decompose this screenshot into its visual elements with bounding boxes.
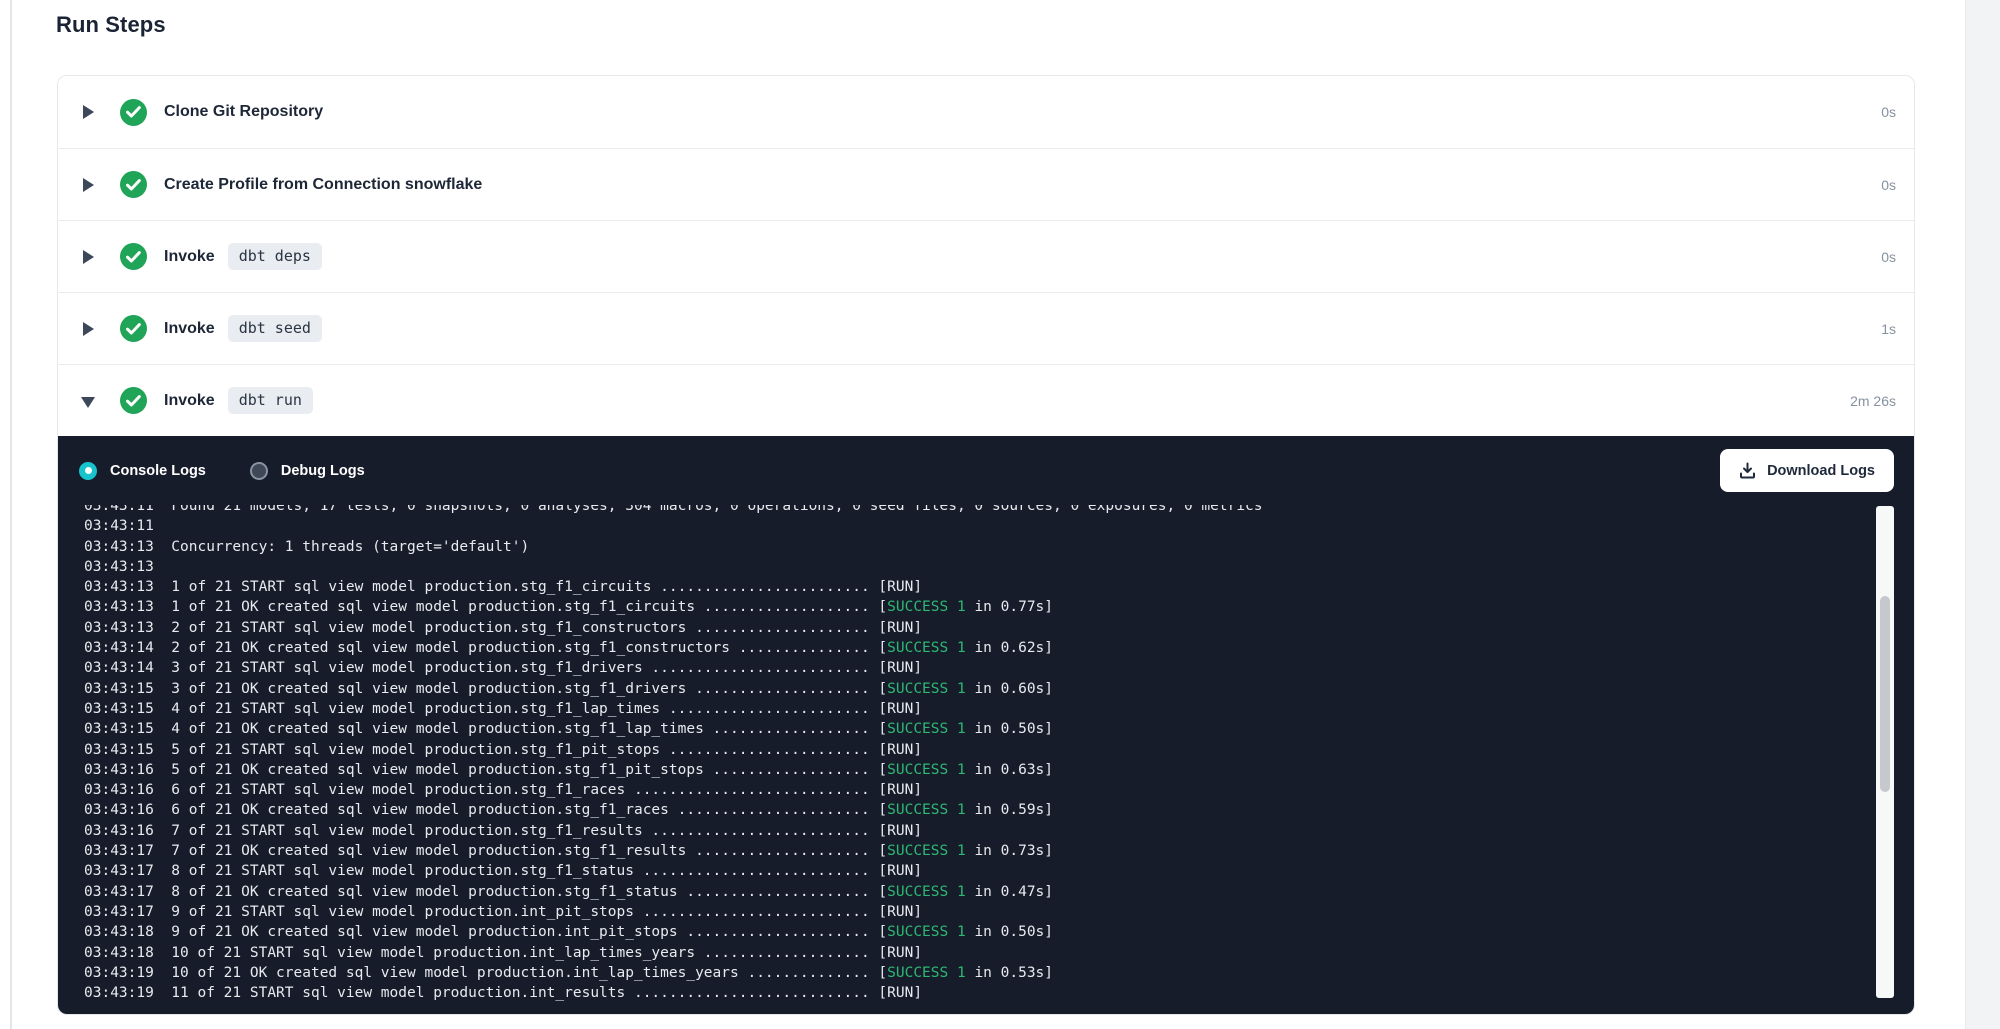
console-log-output[interactable]: 03:43:11 Found 21 models, 17 tests, 0 sn… <box>58 505 1914 1014</box>
log-line: 03:43:17 8 of 21 START sql view model pr… <box>84 861 1914 881</box>
log-line: 03:43:14 2 of 21 OK created sql view mod… <box>84 638 1914 658</box>
step-label: Create Profile from Connection snowflake <box>164 176 482 194</box>
console-logs-radio[interactable]: Console Logs <box>79 462 206 480</box>
step-duration: 0s <box>1881 249 1896 265</box>
step-duration: 1s <box>1881 321 1896 337</box>
success-check-icon <box>120 171 147 198</box>
success-check-icon <box>120 99 147 126</box>
run-steps-card: Clone Git Repository 0s Create Profile f… <box>57 75 1915 1015</box>
radio-unselected-icon[interactable] <box>250 462 268 480</box>
console-panel: Console Logs Debug Logs Download Logs 03… <box>58 436 1914 1014</box>
command-chip: dbt deps <box>228 243 322 270</box>
download-button-label: Download Logs <box>1767 463 1875 479</box>
log-line: 03:43:16 6 of 21 START sql view model pr… <box>84 780 1914 800</box>
command-chip: dbt seed <box>228 315 322 342</box>
log-line: 03:43:13 2 of 21 START sql view model pr… <box>84 618 1914 638</box>
log-line: 03:43:15 4 of 21 OK created sql view mod… <box>84 719 1914 739</box>
radio-label: Debug Logs <box>281 463 365 479</box>
log-line: 03:43:13 Concurrency: 1 threads (target=… <box>84 537 1914 557</box>
log-line: 03:43:15 4 of 21 START sql view model pr… <box>84 699 1914 719</box>
log-line: 03:43:17 9 of 21 START sql view model pr… <box>84 902 1914 922</box>
console-scrollbar-thumb[interactable] <box>1880 596 1890 792</box>
run-steps-page: Run Steps Clone Git Repository 0s Create… <box>0 0 2000 1029</box>
log-line: 03:43:14 3 of 21 START sql view model pr… <box>84 658 1914 678</box>
step-row-create-profile[interactable]: Create Profile from Connection snowflake… <box>58 148 1914 220</box>
success-check-icon <box>120 315 147 342</box>
console-scrollbar[interactable] <box>1876 506 1894 998</box>
step-row-clone-git-repository[interactable]: Clone Git Repository 0s <box>58 76 1914 148</box>
right-gutter <box>1965 0 2000 1029</box>
log-content: 03:43:11 Found 21 models, 17 tests, 0 sn… <box>58 505 1914 1003</box>
log-line: 03:43:16 6 of 21 OK created sql view mod… <box>84 800 1914 820</box>
console-toolbar: Console Logs Debug Logs Download Logs <box>58 436 1914 505</box>
chevron-right-icon[interactable] <box>83 249 95 265</box>
log-line: 03:43:19 10 of 21 OK created sql view mo… <box>84 963 1914 983</box>
left-divider <box>10 0 12 1029</box>
chevron-right-icon[interactable] <box>83 104 95 120</box>
log-line: 03:43:15 3 of 21 OK created sql view mod… <box>84 679 1914 699</box>
download-logs-button[interactable]: Download Logs <box>1720 449 1894 492</box>
log-line: 03:43:19 11 of 21 START sql view model p… <box>84 983 1914 1003</box>
log-line: 03:43:16 5 of 21 OK created sql view mod… <box>84 760 1914 780</box>
success-check-icon <box>120 387 147 414</box>
debug-logs-radio[interactable]: Debug Logs <box>250 462 365 480</box>
command-chip: dbt run <box>228 387 313 414</box>
step-label: Invoke <box>164 320 215 338</box>
step-row-invoke-dbt-deps[interactable]: Invoke dbt deps 0s <box>58 220 1914 292</box>
chevron-down-icon[interactable] <box>83 393 95 409</box>
step-label: Invoke <box>164 248 215 266</box>
step-label: Invoke <box>164 392 215 410</box>
log-line: 03:43:17 8 of 21 OK created sql view mod… <box>84 882 1914 902</box>
page-title: Run Steps <box>56 12 166 38</box>
log-line: 03:43:13 1 of 21 START sql view model pr… <box>84 577 1914 597</box>
log-line: 03:43:18 10 of 21 START sql view model p… <box>84 943 1914 963</box>
chevron-right-icon[interactable] <box>83 177 95 193</box>
step-row-invoke-dbt-seed[interactable]: Invoke dbt seed 1s <box>58 292 1914 364</box>
step-duration: 0s <box>1881 104 1896 120</box>
log-line: 03:43:16 7 of 21 START sql view model pr… <box>84 821 1914 841</box>
log-line: 03:43:18 9 of 21 OK created sql view mod… <box>84 922 1914 942</box>
chevron-right-icon[interactable] <box>83 321 95 337</box>
log-line: 03:43:13 <box>84 557 1914 577</box>
log-line: 03:43:11 Found 21 models, 17 tests, 0 sn… <box>84 505 1914 516</box>
download-icon <box>1739 462 1756 479</box>
log-line: 03:43:11 <box>84 516 1914 536</box>
step-duration: 0s <box>1881 177 1896 193</box>
log-line: 03:43:17 7 of 21 OK created sql view mod… <box>84 841 1914 861</box>
radio-selected-icon[interactable] <box>79 462 97 480</box>
success-check-icon <box>120 243 147 270</box>
step-row-invoke-dbt-run[interactable]: Invoke dbt run 2m 26s <box>58 364 1914 436</box>
log-line: 03:43:13 1 of 21 OK created sql view mod… <box>84 597 1914 617</box>
radio-label: Console Logs <box>110 463 206 479</box>
step-label: Clone Git Repository <box>164 103 323 121</box>
step-duration: 2m 26s <box>1850 393 1896 409</box>
log-line: 03:43:15 5 of 21 START sql view model pr… <box>84 740 1914 760</box>
